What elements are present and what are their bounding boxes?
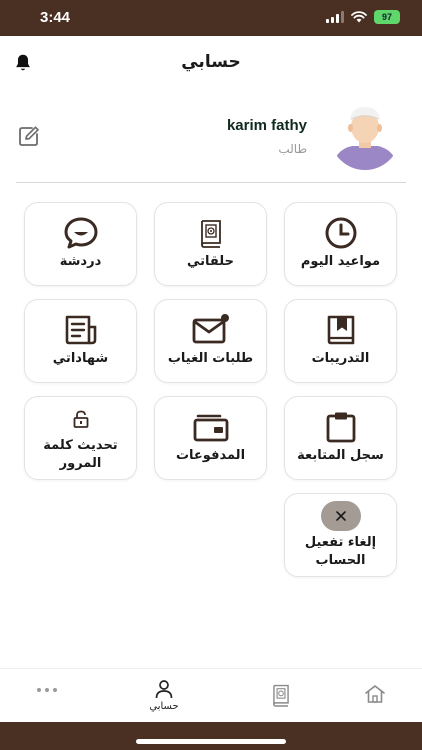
clock-icon xyxy=(325,217,356,249)
menu-label: دردشة xyxy=(59,254,102,269)
certificate-icon xyxy=(65,315,96,345)
nav-account-label: حسابي xyxy=(149,701,179,712)
header: حسابي xyxy=(0,36,422,92)
home-icon xyxy=(365,685,385,703)
clipboard-icon xyxy=(326,412,355,443)
menu-label: طلبات الغياب xyxy=(167,351,254,366)
menu-label: إلغاء تفعيل الحساب xyxy=(304,535,377,568)
profile-role: طالب xyxy=(278,142,307,156)
nav-quran[interactable] xyxy=(251,683,311,707)
profile-divider xyxy=(16,182,406,183)
lock-icon xyxy=(73,410,88,428)
menu-label: تحديث كلمة المرور xyxy=(43,438,118,471)
menu-label: التدريبات xyxy=(311,351,370,366)
menu-card-absence-requests[interactable]: طلبات الغياب xyxy=(154,299,267,383)
status-bar: 3:44 97 xyxy=(0,0,422,36)
nav-more[interactable] xyxy=(17,687,77,693)
more-icon xyxy=(37,688,57,692)
menu-card-certificates[interactable]: شهاداتي xyxy=(24,299,137,383)
close-icon xyxy=(320,501,361,531)
menu-label: شهاداتي xyxy=(52,351,109,366)
menu-label: المدفوعات xyxy=(175,448,246,463)
quran-book-icon xyxy=(200,220,221,248)
home-indicator-area xyxy=(0,722,422,750)
menu-card-update-password[interactable]: تحديث كلمة المرور xyxy=(24,396,137,480)
menu-card-deactivate-account[interactable]: إلغاء تفعيل الحساب xyxy=(284,493,397,577)
bottom-nav: حسابي xyxy=(0,668,422,722)
wallet-icon xyxy=(193,414,228,442)
wifi-icon xyxy=(351,11,367,23)
menu-card-payments[interactable]: المدفوعات xyxy=(154,396,267,480)
menu-card-trainings[interactable]: التدريبات xyxy=(284,299,397,383)
menu-label: مواعيد اليوم xyxy=(300,254,381,269)
home-indicator[interactable] xyxy=(136,739,286,744)
edit-profile-icon[interactable] xyxy=(17,124,41,148)
cellular-signal-icon xyxy=(326,11,344,23)
bookmark-book-icon xyxy=(327,315,354,345)
status-indicators: 97 xyxy=(326,10,400,24)
person-icon xyxy=(155,680,173,699)
profile-name: karim fathy xyxy=(226,117,307,134)
menu-card-my-circles[interactable]: حلقاتي xyxy=(154,202,267,286)
avatar xyxy=(330,100,400,170)
profile-section: karim fathy طالب xyxy=(0,92,422,184)
menu-card-todays-schedule[interactable]: مواعيد اليوم xyxy=(284,202,397,286)
mail-badge-icon xyxy=(192,314,229,344)
page-title: حسابي xyxy=(181,52,241,72)
quran-book-icon xyxy=(273,684,289,707)
battery-indicator: 97 xyxy=(374,10,400,24)
menu-label: سجل المتابعة xyxy=(297,448,384,463)
menu-label: حلقاتي xyxy=(187,254,234,269)
nav-home[interactable] xyxy=(345,684,405,704)
menu-card-follow-up-log[interactable]: سجل المتابعة xyxy=(284,396,397,480)
menu-card-chat[interactable]: دردشة xyxy=(24,202,137,286)
chat-icon xyxy=(64,217,97,249)
status-time: 3:44 xyxy=(40,9,71,26)
nav-account[interactable]: حسابي xyxy=(134,679,194,712)
